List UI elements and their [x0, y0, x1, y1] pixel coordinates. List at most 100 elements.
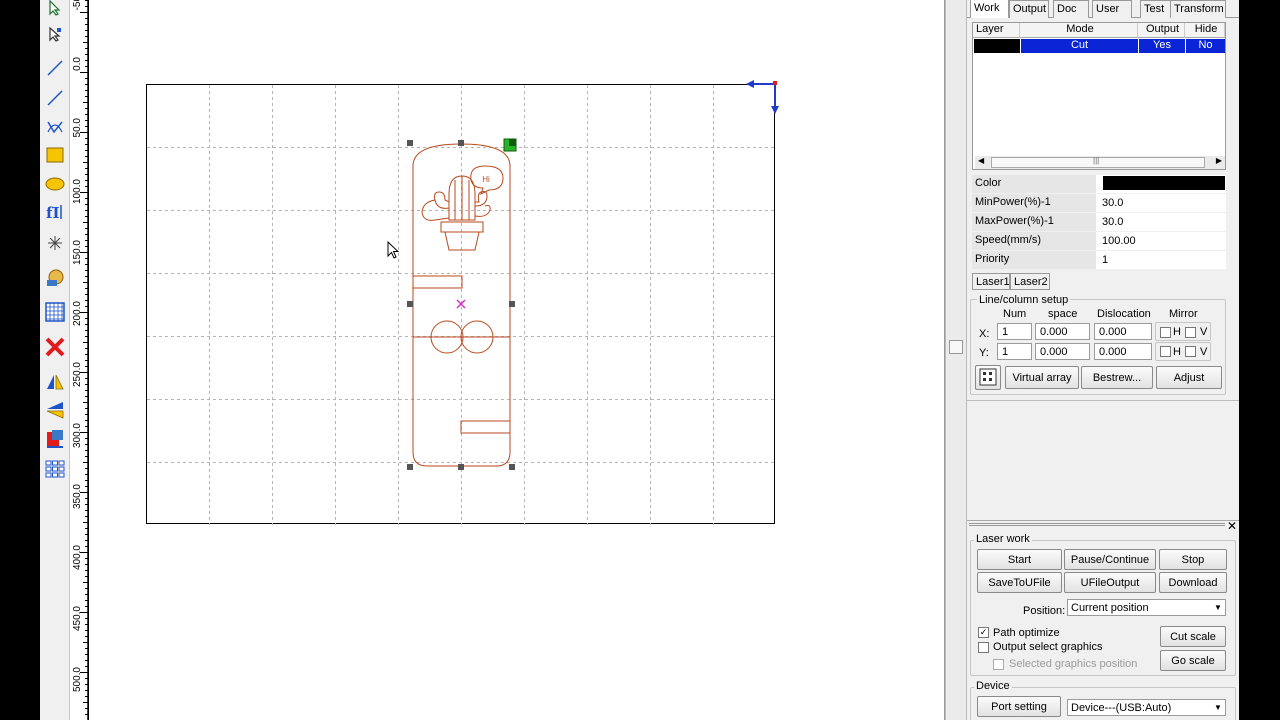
layer-table-hscrollbar[interactable]: ◀ ||| ▶: [975, 156, 1225, 169]
tab-laser1[interactable]: Laser1: [972, 273, 1010, 290]
ruler-tick: [80, 612, 88, 613]
rectangle-icon[interactable]: [43, 143, 67, 167]
pause-continue-button[interactable]: Pause/Continue: [1064, 549, 1156, 570]
layer-hide-cell[interactable]: No: [1186, 39, 1225, 53]
tab-doc[interactable]: Doc: [1053, 0, 1089, 18]
ruler-tick: [85, 426, 88, 427]
y-space-field[interactable]: 0.000: [1035, 343, 1090, 360]
layer-color-swatch[interactable]: [974, 39, 1020, 53]
drawing-canvas[interactable]: Hi: [89, 0, 945, 720]
scrollbar-thumb[interactable]: [949, 340, 963, 354]
go-scale-button[interactable]: Go scale: [1160, 650, 1226, 671]
column-header-layer[interactable]: Layer: [973, 23, 1020, 38]
ruler-label: 350.0: [72, 484, 83, 510]
max-power-label: MaxPower(%)-1: [972, 213, 1096, 231]
chevron-down-icon[interactable]: ▼: [1211, 600, 1225, 615]
cut-scale-button[interactable]: Cut scale: [1160, 626, 1226, 647]
scroll-left-icon[interactable]: ◀: [978, 156, 984, 165]
array-icon[interactable]: [43, 457, 67, 481]
y-mirror-v-checkbox[interactable]: [1185, 346, 1196, 357]
polyline-icon[interactable]: [43, 86, 67, 110]
stop-button[interactable]: Stop: [1159, 549, 1227, 570]
ruler-tick: [85, 30, 88, 31]
tool-bar: fI: [40, 0, 70, 720]
port-setting-button[interactable]: Port setting: [977, 696, 1061, 717]
tab-test[interactable]: Test: [1140, 0, 1174, 18]
color-value[interactable]: [1096, 175, 1226, 193]
line-icon[interactable]: [43, 56, 67, 80]
array-settings-button[interactable]: [975, 365, 1001, 390]
selected-position-checkbox[interactable]: [993, 659, 1004, 670]
ruler-label: 300.0: [72, 423, 83, 449]
ruler-tick: [85, 354, 88, 355]
adjust-button[interactable]: Adjust: [1156, 366, 1222, 389]
x-num-field[interactable]: 1: [997, 323, 1032, 340]
max-power-field[interactable]: 30.0: [1096, 213, 1226, 231]
start-button[interactable]: Start: [977, 549, 1062, 570]
ufile-output-button[interactable]: UFileOutput: [1064, 572, 1156, 593]
x-dislocation-field[interactable]: 0.000: [1094, 323, 1152, 340]
x-space-field[interactable]: 0.000: [1035, 323, 1090, 340]
virtual-array-button[interactable]: Virtual array: [1005, 366, 1079, 389]
node-edit-icon[interactable]: [43, 22, 67, 46]
layer-table: Layer Mode Output Hide Cut Yes No ◀ ||| …: [972, 22, 1226, 170]
y-num-field[interactable]: 1: [997, 343, 1032, 360]
bestrew-button[interactable]: Bestrew...: [1081, 366, 1153, 389]
column-header-hide[interactable]: Hide: [1185, 23, 1225, 38]
y-dislocation-field[interactable]: 0.000: [1094, 343, 1152, 360]
text-icon[interactable]: fI: [43, 200, 67, 224]
mirror-vertical-icon[interactable]: [43, 398, 67, 422]
column-header-output[interactable]: Output: [1138, 23, 1185, 38]
ruler-tick: [83, 222, 88, 223]
ruler-tick: [83, 702, 88, 703]
download-button[interactable]: Download: [1159, 572, 1227, 593]
color-label: Color: [972, 175, 1096, 193]
canvas-vertical-scrollbar[interactable]: [945, 0, 967, 720]
chevron-down-icon[interactable]: ▼: [1211, 700, 1225, 715]
tab-output[interactable]: Output: [1009, 0, 1049, 18]
ruler-label: 500.0: [72, 667, 83, 693]
curve-icon[interactable]: [43, 115, 67, 139]
tab-user[interactable]: User: [1092, 0, 1132, 18]
select-icon[interactable]: [43, 0, 67, 20]
selection-handles[interactable]: [404, 137, 524, 473]
x-mirror-v-label: V: [1200, 326, 1208, 338]
ruler-tick: [85, 78, 88, 79]
mirror-horizontal-icon[interactable]: [43, 370, 67, 394]
path-optimize-checkbox[interactable]: ✓: [978, 627, 989, 638]
scroll-right-icon[interactable]: ▶: [1216, 156, 1222, 165]
grid-icon[interactable]: [43, 300, 67, 324]
speed-field[interactable]: 100.00: [1096, 232, 1226, 250]
y-mirror-h-checkbox[interactable]: [1160, 346, 1171, 357]
ruler-tick: [85, 18, 88, 19]
column-header-mode[interactable]: Mode: [1020, 23, 1138, 38]
ruler-tick: [85, 306, 88, 307]
color-swatch[interactable]: [1103, 176, 1225, 190]
align-icon[interactable]: [43, 427, 67, 451]
tab-laser2[interactable]: Laser2: [1010, 273, 1050, 290]
tab-transform[interactable]: Transform: [1170, 0, 1226, 18]
tab-work[interactable]: Work: [970, 0, 1009, 18]
x-mirror-h-checkbox[interactable]: [1160, 327, 1171, 338]
ruler-tick: [85, 216, 88, 217]
priority-field[interactable]: 1: [1096, 251, 1226, 269]
layer-output-cell[interactable]: Yes: [1139, 39, 1185, 53]
x-mirror-h-label: H: [1173, 326, 1181, 338]
position-select[interactable]: Current position ▼: [1067, 599, 1226, 616]
ellipse-icon[interactable]: [43, 172, 67, 196]
ruler-tick: [85, 348, 88, 349]
save-to-ufile-button[interactable]: SaveToUFile: [977, 572, 1062, 593]
ruler-tick: [85, 714, 88, 715]
ruler-label: 450.0: [72, 606, 83, 632]
delete-icon[interactable]: [43, 335, 67, 359]
device-select[interactable]: Device---(USB:Auto) ▼: [1067, 699, 1226, 716]
min-power-field[interactable]: 30.0: [1096, 194, 1226, 212]
panel-grip[interactable]: [969, 523, 1225, 526]
x-mirror-v-checkbox[interactable]: [1185, 327, 1196, 338]
close-icon[interactable]: ✕: [1227, 519, 1237, 533]
bitmap-icon[interactable]: [43, 266, 67, 290]
layer-mode-cell[interactable]: Cut: [1021, 39, 1138, 53]
point-icon[interactable]: [43, 231, 67, 255]
output-select-checkbox[interactable]: [978, 642, 989, 653]
y-mirror-h-label: H: [1173, 346, 1181, 358]
